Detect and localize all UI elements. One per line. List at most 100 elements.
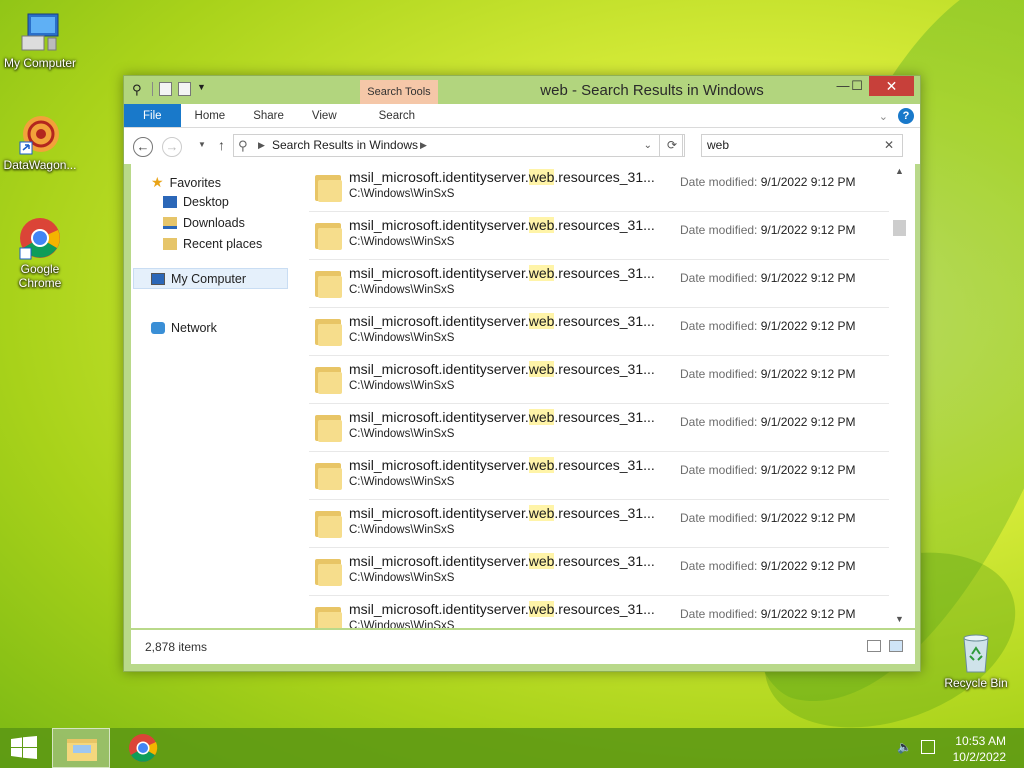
star-icon: ★	[151, 174, 164, 190]
tab-view[interactable]: View	[298, 104, 351, 127]
date-value: 9/1/2022 9:12 PM	[760, 511, 856, 525]
result-name: msil_microsoft.identityserver.web.resour…	[349, 409, 655, 425]
result-name: msil_microsoft.identityserver.web.resour…	[349, 361, 655, 377]
search-match-highlight: web	[528, 457, 555, 473]
recent-locations-icon[interactable]: ▼	[198, 140, 206, 149]
chevron-right-icon: ▶	[420, 140, 427, 150]
date-label: Date modified:	[680, 319, 758, 333]
date-value: 9/1/2022 9:12 PM	[760, 463, 856, 477]
desktop-icon-my-computer[interactable]: My Computer	[0, 10, 80, 70]
result-path: C:\Windows\WinSxS	[349, 524, 455, 536]
result-name: msil_microsoft.identityserver.web.resour…	[349, 457, 655, 473]
result-date: Date modified: 9/1/2022 9:12 PM	[680, 319, 855, 333]
nav-item-favorites[interactable]: ★ Favorites	[151, 174, 221, 191]
nav-item-desktop[interactable]: Desktop	[163, 195, 229, 209]
expand-ribbon-icon[interactable]: ⌄	[879, 110, 888, 123]
forward-button[interactable]: →	[162, 137, 182, 157]
search-input[interactable]: web ✕	[701, 134, 903, 157]
computer-icon	[151, 272, 165, 285]
result-row[interactable]: msil_microsoft.identityserver.web.resour…	[309, 308, 889, 356]
address-bar[interactable]: ⚲ ▶ Search Results in Windows ▶ ⌄	[233, 134, 683, 157]
result-date: Date modified: 9/1/2022 9:12 PM	[680, 607, 855, 621]
date-value: 9/1/2022 9:12 PM	[760, 223, 856, 237]
tab-file[interactable]: File	[124, 104, 181, 127]
nav-item-recent-places[interactable]: Recent places	[163, 237, 262, 251]
result-row[interactable]: msil_microsoft.identityserver.web.resour…	[309, 260, 889, 308]
search-match-highlight: web	[528, 313, 555, 329]
nav-item-label: Recent places	[183, 237, 263, 251]
result-name: msil_microsoft.identityserver.web.resour…	[349, 601, 655, 617]
desktop-icon-datawagon[interactable]: DataWagon...	[0, 112, 80, 172]
volume-muted-icon[interactable]: 🔈	[897, 740, 912, 754]
search-icon: ⚲	[238, 138, 248, 153]
desktop-icon-label: DataWagon...	[3, 158, 77, 172]
result-row[interactable]: msil_microsoft.identityserver.web.resour…	[309, 452, 889, 500]
result-path: C:\Windows\WinSxS	[349, 188, 455, 200]
refresh-button[interactable]: ⟳	[659, 134, 685, 157]
date-value: 9/1/2022 9:12 PM	[760, 319, 856, 333]
title-bar[interactable]: ⚲ ▼ Search Tools web - Search Results in…	[124, 76, 920, 104]
result-path: C:\Windows\WinSxS	[349, 572, 455, 584]
result-path: C:\Windows\WinSxS	[349, 428, 455, 440]
start-button[interactable]	[10, 736, 38, 760]
result-date: Date modified: 9/1/2022 9:12 PM	[680, 511, 855, 525]
nav-item-downloads[interactable]: Downloads	[163, 216, 245, 230]
search-match-highlight: web	[528, 217, 555, 233]
result-date: Date modified: 9/1/2022 9:12 PM	[680, 271, 855, 285]
search-match-highlight: web	[528, 169, 555, 185]
large-icons-view-icon[interactable]	[889, 640, 903, 652]
up-button[interactable]: ↑	[218, 137, 225, 153]
date-value: 9/1/2022 9:12 PM	[760, 175, 856, 189]
nav-item-label: My Computer	[171, 271, 247, 286]
clock[interactable]: 10:53 AM 10/2/2022	[953, 733, 1006, 765]
result-row[interactable]: msil_microsoft.identityserver.web.resour…	[309, 212, 889, 260]
nav-item-label: Favorites	[169, 175, 221, 190]
result-date: Date modified: 9/1/2022 9:12 PM	[680, 175, 855, 189]
result-path: C:\Windows\WinSxS	[349, 332, 455, 344]
taskbar-file-explorer[interactable]	[52, 728, 110, 768]
scroll-down-icon[interactable]: ▼	[891, 614, 908, 628]
desktop-icon-google-chrome[interactable]: Google Chrome	[0, 216, 80, 290]
search-results-list: msil_microsoft.identityserver.web.resour…	[309, 164, 889, 628]
nav-item-network[interactable]: Network	[151, 321, 217, 335]
result-row[interactable]: msil_microsoft.identityserver.web.resour…	[309, 404, 889, 452]
details-view-icon[interactable]	[867, 640, 881, 652]
scroll-thumb[interactable]	[893, 220, 906, 236]
search-match-highlight: web	[528, 361, 555, 377]
network-status-icon[interactable]	[921, 740, 935, 754]
nav-item-my-computer[interactable]: My Computer	[133, 268, 288, 289]
date-label: Date modified:	[680, 511, 758, 525]
nav-item-label: Network	[171, 321, 217, 335]
folder-icon	[315, 556, 343, 586]
chevron-down-icon[interactable]: ⌄	[644, 135, 652, 156]
desktop-icon-label: My Computer	[3, 56, 77, 70]
help-icon[interactable]: ?	[898, 108, 914, 124]
item-count: 2,878 items	[145, 640, 208, 654]
windows-logo-icon	[11, 736, 37, 759]
result-name: msil_microsoft.identityserver.web.resour…	[349, 217, 655, 233]
result-date: Date modified: 9/1/2022 9:12 PM	[680, 559, 855, 573]
result-row[interactable]: msil_microsoft.identityserver.web.resour…	[309, 164, 889, 212]
maximize-button[interactable]: ☐	[844, 76, 870, 96]
scroll-up-icon[interactable]: ▲	[891, 166, 908, 180]
tab-home[interactable]: Home	[181, 104, 240, 127]
ribbon-tabs: File Home Share View Search ⌄ ?	[124, 104, 920, 128]
tab-share[interactable]: Share	[239, 104, 298, 127]
desktop-icon-recycle-bin[interactable]: Recycle Bin	[936, 630, 1016, 690]
taskbar-chrome[interactable]	[114, 728, 172, 768]
result-row[interactable]: msil_microsoft.identityserver.web.resour…	[309, 500, 889, 548]
date-value: 9/1/2022 9:12 PM	[760, 415, 856, 429]
result-row[interactable]: msil_microsoft.identityserver.web.resour…	[309, 356, 889, 404]
close-button[interactable]: ✕	[869, 76, 914, 96]
folder-icon	[315, 412, 343, 442]
vertical-scrollbar[interactable]: ▲ ▼	[891, 166, 908, 628]
file-explorer-icon	[67, 739, 97, 761]
breadcrumb[interactable]: Search Results in Windows	[272, 135, 418, 156]
back-button[interactable]: ←	[133, 137, 153, 157]
clear-search-icon[interactable]: ✕	[884, 135, 894, 156]
tab-search[interactable]: Search	[360, 104, 434, 127]
result-row[interactable]: msil_microsoft.identityserver.web.resour…	[309, 548, 889, 596]
result-row[interactable]: msil_microsoft.identityserver.web.resour…	[309, 596, 889, 628]
desktop-icon	[163, 196, 177, 208]
navigation-pane: ★ Favorites Desktop Downloads Recent pla…	[131, 164, 301, 628]
